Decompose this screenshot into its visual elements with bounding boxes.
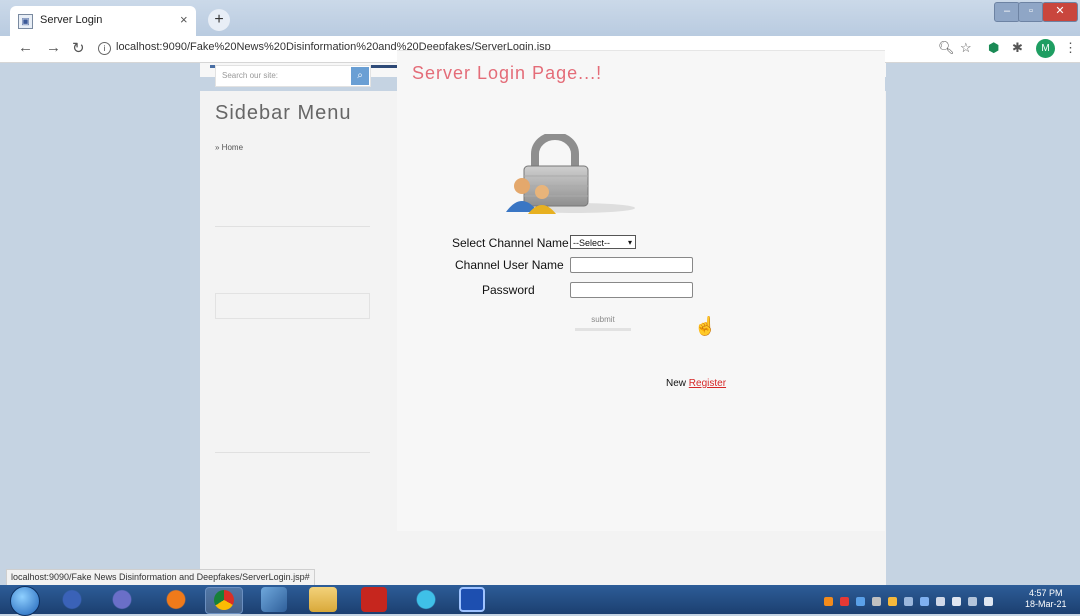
- forward-arrow-icon[interactable]: →: [46, 39, 61, 56]
- tray-icon[interactable]: [968, 597, 977, 606]
- tray-icon[interactable]: [936, 597, 945, 606]
- lock-users-icon: [506, 134, 635, 214]
- chrome-app-icon[interactable]: [205, 587, 243, 614]
- tab-close-icon[interactable]: ×: [180, 12, 188, 27]
- reload-icon[interactable]: ↻: [72, 39, 85, 57]
- page-title: Server Login Page...!: [412, 63, 603, 83]
- files-app-icon[interactable]: [261, 587, 287, 612]
- zoom-icon[interactable]: 🔍︎: [938, 40, 955, 56]
- sidebar-divider: [215, 226, 370, 227]
- menu-kebab-icon[interactable]: ⋮: [1064, 40, 1077, 56]
- channel-name-select-value: --Select--: [573, 238, 611, 248]
- channel-name-label: Select Channel Name: [452, 236, 569, 250]
- channel-user-label: Channel User Name: [455, 258, 564, 272]
- register-line: New Register: [666, 378, 726, 389]
- sidebar-item-home[interactable]: » Home: [215, 143, 243, 152]
- clock-time: 4:57 PM: [1028, 588, 1063, 598]
- tray-icon[interactable]: [840, 597, 849, 606]
- acrobat-app-icon[interactable]: [361, 587, 387, 612]
- site-info-icon[interactable]: i: [98, 42, 111, 55]
- eclipse-app-icon[interactable]: [54, 587, 90, 612]
- new-tab-button[interactable]: +: [208, 9, 230, 31]
- system-tray: [820, 590, 1000, 608]
- bookmark-star-icon[interactable]: ☆: [960, 40, 972, 56]
- window-maximize-button[interactable]: ▫: [1018, 2, 1044, 22]
- firefox-app-icon[interactable]: [158, 587, 194, 612]
- chevron-down-icon: ▾: [627, 238, 632, 247]
- status-bar-url: localhost:9090/Fake News Disinformation …: [6, 569, 315, 586]
- tab-title: Server Login: [40, 14, 103, 26]
- explorer-app-icon[interactable]: [309, 587, 337, 612]
- tray-icon[interactable]: [824, 597, 833, 606]
- chrome-icon: [214, 590, 234, 610]
- sidebar-search-box: Search our site: ⌕: [215, 65, 371, 87]
- tray-icon[interactable]: [872, 597, 881, 606]
- tray-icon[interactable]: [888, 597, 897, 606]
- sidebar-widget-box: [215, 293, 370, 319]
- channel-name-select[interactable]: --Select-- ▾: [570, 235, 636, 249]
- password-label: Password: [482, 283, 535, 297]
- back-arrow-icon[interactable]: ←: [18, 39, 33, 56]
- sidebar-divider: [215, 452, 370, 453]
- volume-icon[interactable]: [952, 597, 961, 606]
- shield-extension-icon[interactable]: ⬢: [988, 40, 999, 56]
- netbeans-app-icon[interactable]: [104, 587, 140, 612]
- profile-avatar[interactable]: M: [1036, 39, 1055, 58]
- password-input[interactable]: [570, 282, 693, 298]
- clock-date: 18-Mar-21: [1025, 599, 1067, 609]
- register-prefix: New: [666, 378, 687, 389]
- window-close-button[interactable]: ✕: [1042, 2, 1078, 22]
- browser-tab[interactable]: ▣ Server Login ×: [10, 6, 196, 36]
- register-link[interactable]: Register: [689, 378, 726, 389]
- media-app-icon[interactable]: [408, 587, 444, 612]
- network-icon[interactable]: [920, 597, 929, 606]
- search-icon[interactable]: ⌕: [351, 67, 369, 85]
- start-button[interactable]: [10, 586, 40, 616]
- favicon-icon: ▣: [18, 14, 33, 29]
- search-input[interactable]: Search our site:: [222, 71, 278, 80]
- tray-icon[interactable]: [856, 597, 865, 606]
- extensions-puzzle-icon[interactable]: ✱: [1012, 40, 1023, 56]
- remote-app-icon[interactable]: [459, 587, 485, 612]
- window-minimize-button[interactable]: –: [994, 2, 1020, 22]
- tray-icon[interactable]: [984, 597, 993, 606]
- tray-icon[interactable]: [904, 597, 913, 606]
- hand-cursor-icon: ☝: [694, 316, 717, 336]
- taskbar-clock[interactable]: 4:57 PM 18-Mar-21: [1025, 588, 1067, 610]
- channel-user-input[interactable]: [570, 257, 693, 273]
- submit-button[interactable]: submit: [575, 314, 631, 331]
- sidebar-title: Sidebar Menu: [215, 102, 352, 124]
